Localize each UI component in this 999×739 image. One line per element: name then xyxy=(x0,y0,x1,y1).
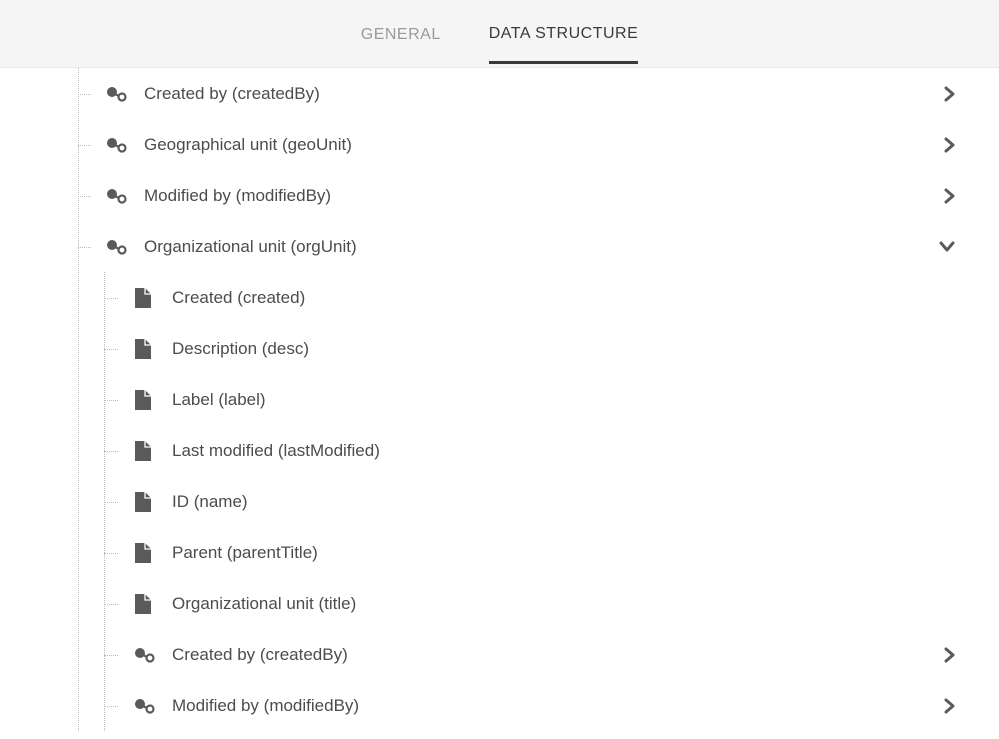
link-icon xyxy=(106,184,130,208)
link-icon xyxy=(106,235,130,259)
link-icon xyxy=(134,643,158,667)
tab-bar: GENERAL DATA STRUCTURE xyxy=(0,0,999,68)
file-icon xyxy=(134,388,158,412)
tree-item-label-field[interactable]: Label (label) xyxy=(116,374,959,425)
tree-item-label: Modified by (modifiedBy) xyxy=(172,696,943,716)
tree-item-last-modified[interactable]: Last modified (lastModified) xyxy=(116,425,959,476)
tree-item-parent[interactable]: Parent (parentTitle) xyxy=(116,527,959,578)
tree-item-created-by[interactable]: Created by (createdBy) xyxy=(78,68,959,119)
chevron-right-icon xyxy=(943,84,957,104)
tree-item-title[interactable]: Organizational unit (title) xyxy=(116,578,959,629)
file-icon xyxy=(134,541,158,565)
file-icon xyxy=(134,490,158,514)
tree-item-child-modified-by[interactable]: Modified by (modifiedBy) xyxy=(116,680,959,731)
link-icon xyxy=(106,82,130,106)
link-icon xyxy=(106,133,130,157)
tree-item-label: Label (label) xyxy=(172,390,959,410)
tab-data-structure[interactable]: DATA STRUCTURE xyxy=(489,3,639,64)
tree-item-modified-by[interactable]: Modified by (modifiedBy) xyxy=(78,170,959,221)
tab-general[interactable]: GENERAL xyxy=(361,4,441,64)
tree-item-label: Created by (createdBy) xyxy=(144,84,943,104)
chevron-right-icon xyxy=(943,186,957,206)
tree-item-label: Description (desc) xyxy=(172,339,959,359)
file-icon xyxy=(134,337,158,361)
tree-item-label: Organizational unit (orgUnit) xyxy=(144,237,937,257)
tree-root: Created by (createdBy) Geographical unit… xyxy=(40,68,959,731)
chevron-right-icon xyxy=(943,696,957,716)
tree-item-label: Created (created) xyxy=(172,288,959,308)
tree-content: Created by (createdBy) Geographical unit… xyxy=(0,68,999,731)
tree-item-label: ID (name) xyxy=(172,492,959,512)
tree-item-label: Geographical unit (geoUnit) xyxy=(144,135,943,155)
tree-item-label: Modified by (modifiedBy) xyxy=(144,186,943,206)
tree-item-org-unit[interactable]: Organizational unit (orgUnit) xyxy=(78,221,959,272)
tree-item-geo-unit[interactable]: Geographical unit (geoUnit) xyxy=(78,119,959,170)
file-icon xyxy=(134,286,158,310)
tree-item-label: Last modified (lastModified) xyxy=(172,441,959,461)
tree-item-id[interactable]: ID (name) xyxy=(116,476,959,527)
chevron-right-icon xyxy=(943,135,957,155)
tree-item-desc[interactable]: Description (desc) xyxy=(116,323,959,374)
tree-nested-org-unit: Created (created) Description (desc) Lab… xyxy=(78,272,959,731)
tree-item-created[interactable]: Created (created) xyxy=(116,272,959,323)
chevron-down-icon xyxy=(937,240,957,254)
file-icon xyxy=(134,592,158,616)
file-icon xyxy=(134,439,158,463)
tree-item-child-created-by[interactable]: Created by (createdBy) xyxy=(116,629,959,680)
tree-item-label: Created by (createdBy) xyxy=(172,645,943,665)
chevron-right-icon xyxy=(943,645,957,665)
tree-item-label: Parent (parentTitle) xyxy=(172,543,959,563)
tree-item-label: Organizational unit (title) xyxy=(172,594,959,614)
link-icon xyxy=(134,694,158,718)
